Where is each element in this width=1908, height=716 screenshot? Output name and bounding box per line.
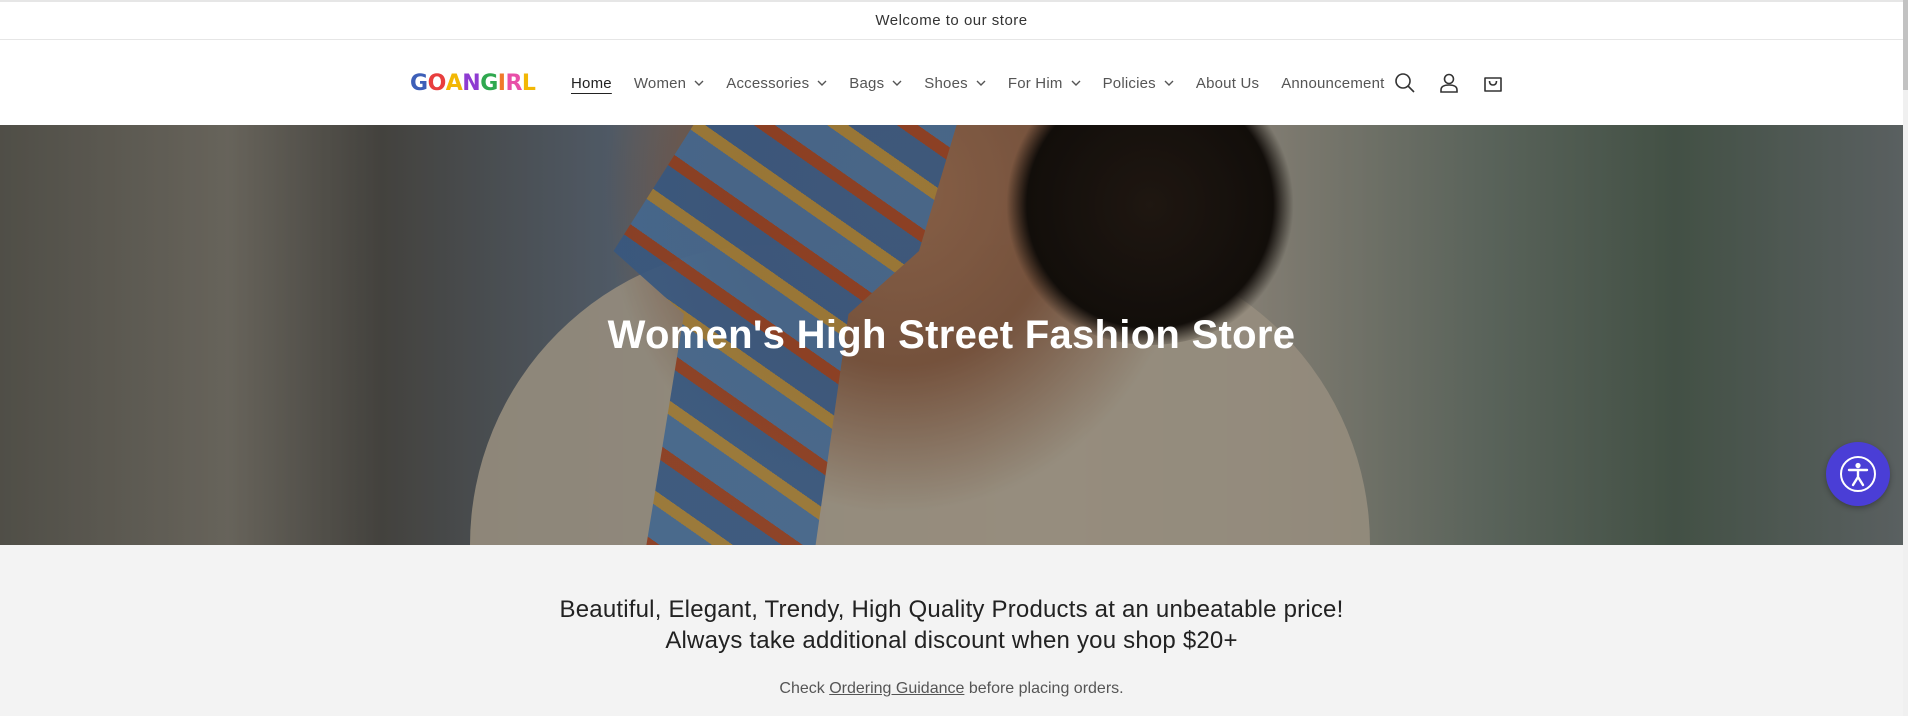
ordering-note-prefix: Check [779, 680, 830, 697]
nav-item-bags[interactable]: Bags [849, 75, 902, 92]
search-icon[interactable] [1390, 68, 1420, 98]
nav-item-label: Bags [849, 74, 885, 92]
nav-item-home[interactable]: Home [571, 75, 612, 92]
logo-letter: G [410, 70, 428, 96]
logo-letter: G [480, 70, 498, 96]
cart-icon[interactable] [1478, 68, 1508, 98]
chevron-down-icon [1164, 78, 1174, 88]
logo-letter: N [462, 70, 481, 96]
logo-letter: L [521, 70, 536, 96]
chevron-down-icon [694, 78, 704, 88]
nav-item-label: Policies [1102, 74, 1156, 92]
nav-item-accessories[interactable]: Accessories [726, 75, 827, 92]
nav-item-label: Home [571, 74, 612, 92]
chevron-down-icon [892, 78, 902, 88]
ordering-guidance-link[interactable]: Ordering Guidance [829, 680, 964, 697]
logo-letter: O [427, 70, 447, 96]
store-logo[interactable]: G O A N G I R L [410, 70, 536, 96]
site-header: G O A N G I R L Home Women Accessories B… [0, 40, 1903, 125]
nav-item-for-him[interactable]: For Him [1008, 75, 1081, 92]
chevron-down-icon [1071, 78, 1081, 88]
nav-item-label: Shoes [924, 74, 968, 92]
nav-item-women[interactable]: Women [634, 75, 704, 92]
logo-letter: A [445, 70, 463, 96]
intro-section: Beautiful, Elegant, Trendy, High Quality… [0, 545, 1903, 698]
nav-item-label: For Him [1007, 74, 1063, 92]
nav-item-label: About Us [1195, 74, 1260, 92]
nav-item-label: Announcement [1281, 74, 1385, 92]
chevron-down-icon [817, 78, 827, 88]
account-icon[interactable] [1434, 68, 1464, 98]
intro-subheadline: Always take additional discount when you… [665, 627, 1238, 654]
announcement-bar: Welcome to our store [0, 0, 1903, 40]
nav-item-label: Women [633, 74, 687, 92]
hero-title: Women's High Street Fashion Store [607, 313, 1296, 357]
main-nav: Home Women Accessories Bags Shoes For Hi… [571, 71, 1407, 95]
hero-banner: Women's High Street Fashion Store [0, 125, 1903, 545]
nav-item-announcement[interactable]: Announcement [1281, 75, 1384, 92]
logo-letter: I [497, 70, 506, 96]
header-actions [1390, 68, 1522, 98]
ordering-note-suffix: before placing orders. [964, 680, 1124, 697]
chevron-down-icon [976, 78, 986, 88]
nav-item-shoes[interactable]: Shoes [924, 75, 986, 92]
intro-headline: Beautiful, Elegant, Trendy, High Quality… [559, 596, 1344, 623]
page-scrollbar[interactable] [1903, 0, 1908, 716]
scrollbar-thumb[interactable] [1903, 0, 1908, 90]
accessibility-icon [1840, 456, 1876, 492]
announcement-text: Welcome to our store [875, 12, 1028, 29]
nav-item-policies[interactable]: Policies [1103, 75, 1174, 92]
nav-item-about-us[interactable]: About Us [1196, 75, 1259, 92]
ordering-note: Check Ordering Guidance before placing o… [0, 680, 1903, 698]
nav-item-label: Accessories [726, 74, 810, 92]
accessibility-button[interactable] [1826, 442, 1890, 506]
logo-letter: R [505, 70, 522, 96]
